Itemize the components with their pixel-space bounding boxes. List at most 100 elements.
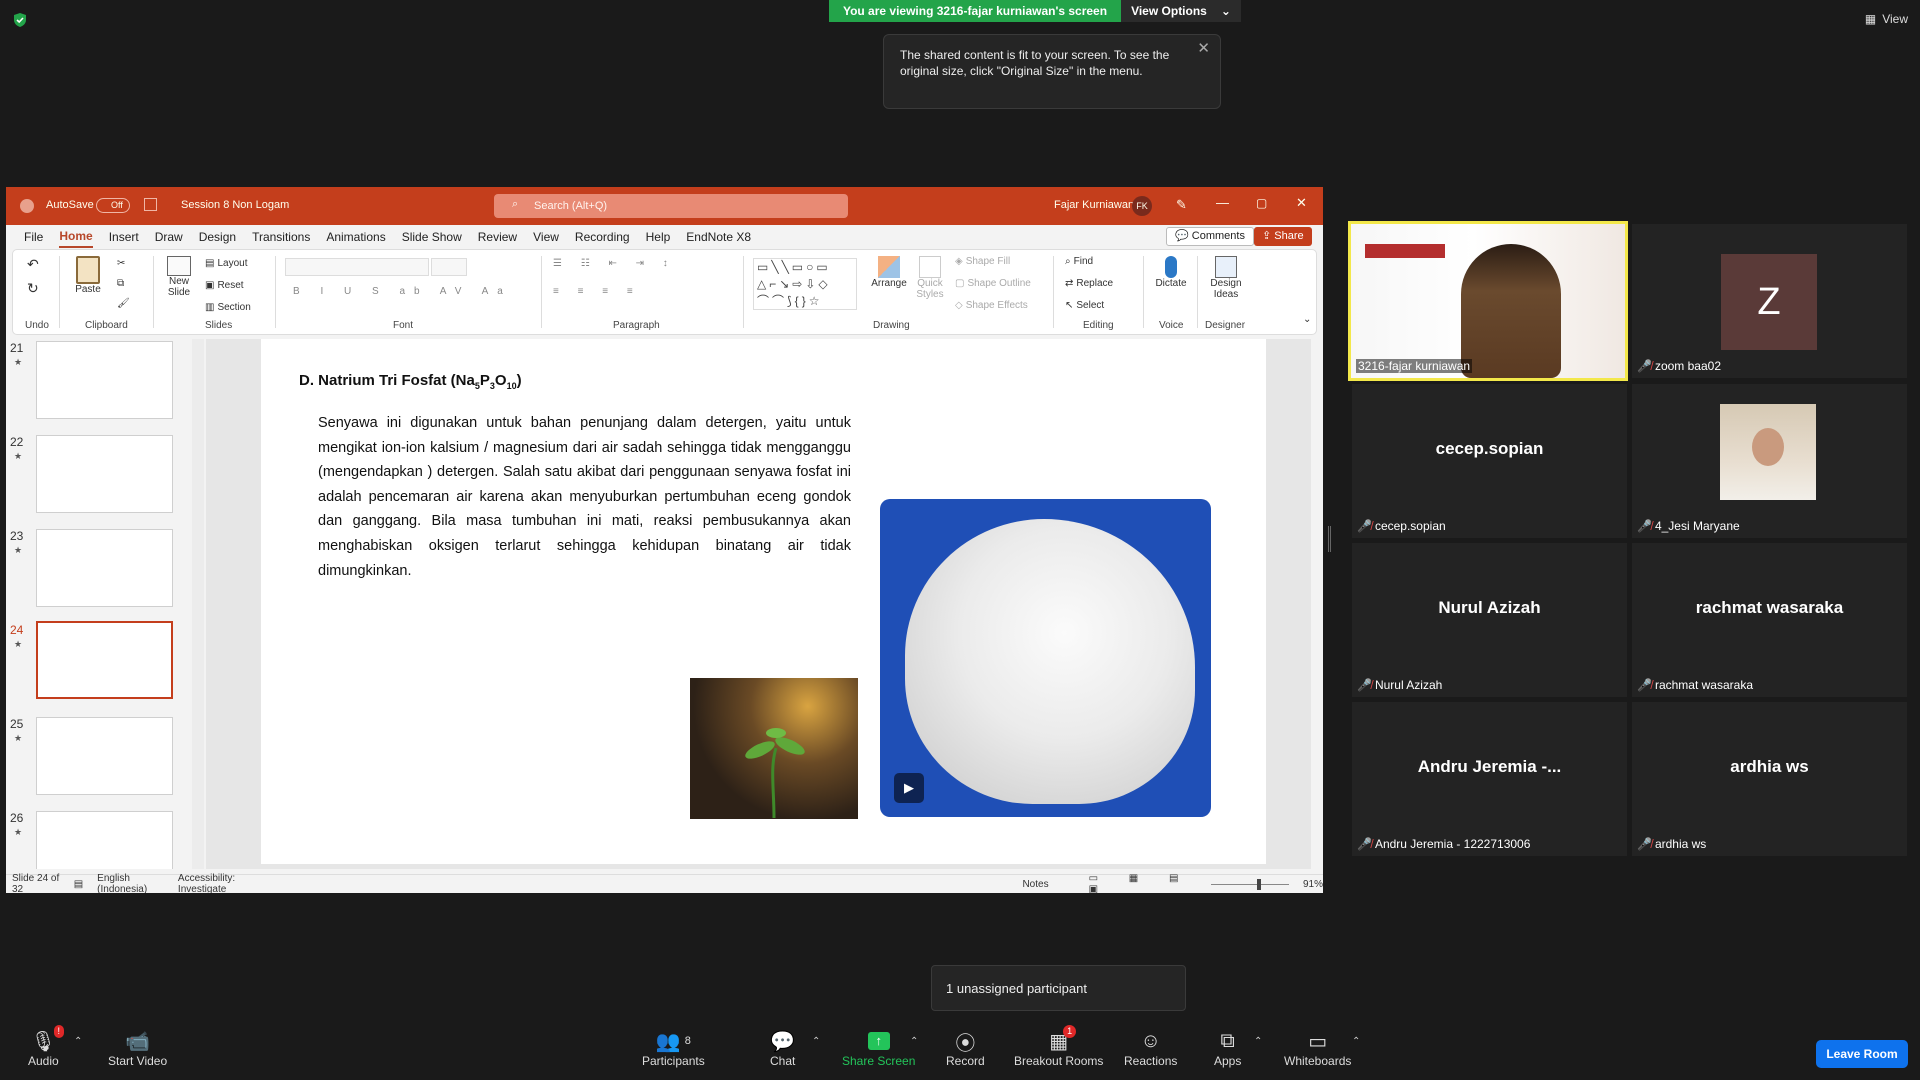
find-button[interactable]: ⌕ Find — [1065, 256, 1093, 267]
redo-icon[interactable]: ↻ — [27, 280, 39, 297]
security-shield-icon[interactable] — [12, 12, 28, 28]
slide-thumbnail-selected[interactable] — [36, 621, 173, 699]
shape-effects-button[interactable]: ◇ Shape Effects — [955, 300, 1028, 311]
save-icon[interactable] — [144, 198, 157, 211]
dictate-button[interactable]: Dictate — [1151, 256, 1191, 289]
video-tile[interactable]: cecep.sopian 🎤̸ cecep.sopian — [1352, 384, 1627, 538]
reset-button[interactable]: ▣ Reset — [205, 280, 244, 291]
slide-thumbnail[interactable] — [36, 341, 173, 419]
apps-options-caret[interactable]: ⌃ — [1254, 1036, 1262, 1047]
minimize-icon[interactable]: — — [1216, 195, 1229, 210]
font-format-icons[interactable]: B I U S ab AV Aa — [293, 286, 512, 297]
tab-review[interactable]: Review — [478, 227, 517, 247]
share-screen-button[interactable]: ↑ Share Screen — [842, 1028, 915, 1068]
whiteboards-button[interactable]: ▭ Whiteboards — [1284, 1028, 1351, 1069]
section-button[interactable]: ▥ Section — [205, 302, 251, 313]
tab-draw[interactable]: Draw — [155, 227, 183, 247]
video-tile[interactable]: Andru Jeremia -... 🎤̸ Andru Jeremia - 122… — [1352, 702, 1627, 856]
audio-button[interactable]: 🎙! Audio — [28, 1025, 65, 1068]
video-tile[interactable]: ardhia ws 🎤̸ ardhia ws — [1632, 702, 1907, 856]
tab-animations[interactable]: Animations — [326, 227, 385, 247]
tab-view[interactable]: View — [533, 227, 559, 247]
font-name-box[interactable] — [285, 258, 429, 276]
tab-transitions[interactable]: Transitions — [252, 227, 310, 247]
tab-file[interactable]: File — [24, 227, 43, 247]
tab-slide-show[interactable]: Slide Show — [402, 227, 462, 247]
slide-thumbnail[interactable] — [36, 529, 173, 607]
thumbnail-scrollbar[interactable] — [192, 339, 204, 869]
video-tile[interactable]: 🎤̸ 4_Jesi Maryane — [1632, 384, 1907, 538]
sodium-phosphate-powder-image[interactable]: ▶ — [880, 499, 1211, 817]
shapes-gallery[interactable]: ▭╲╲▭○▭ △⌐↘⇨⇩◇ ⌒⌒⟆{}☆ — [753, 258, 857, 310]
layout-button[interactable]: ▤ Layout — [205, 258, 247, 269]
view-mode-icons[interactable]: ▭ ▦ ▤ ▣ — [1089, 873, 1201, 893]
slide-thumbnail[interactable] — [36, 717, 173, 795]
audio-options-caret[interactable]: ⌃ — [74, 1036, 82, 1047]
play-icon[interactable]: ▶ — [894, 773, 924, 803]
design-ideas-button[interactable]: Design Ideas — [1203, 256, 1249, 300]
accessibility-label[interactable]: Accessibility: Investigate — [178, 873, 263, 893]
maximize-icon[interactable]: ▢ — [1256, 196, 1267, 210]
plant-seedling-image[interactable] — [690, 678, 858, 819]
tab-help[interactable]: Help — [646, 227, 671, 247]
comments-button[interactable]: 💬 Comments — [1166, 227, 1254, 246]
font-size-box[interactable] — [431, 258, 467, 276]
leave-room-button[interactable]: Leave Room — [1816, 1040, 1908, 1068]
pen-icon[interactable]: ✎ — [1176, 197, 1187, 213]
quick-styles-button[interactable]: Quick Styles — [911, 256, 949, 300]
video-tile[interactable]: rachmat wasaraka 🎤̸ rachmat wasaraka — [1632, 543, 1907, 697]
new-slide-button[interactable]: New Slide — [161, 256, 197, 298]
format-painter-icon[interactable]: 🖌 — [117, 298, 130, 309]
collapse-ribbon-icon[interactable]: ⌄ — [1303, 314, 1311, 325]
video-tile-active-speaker[interactable]: 3216-fajar kurniawan — [1348, 221, 1628, 381]
select-button[interactable]: ↖ Select — [1065, 300, 1104, 311]
zoom-slider-thumb[interactable] — [1256, 878, 1261, 890]
close-window-icon[interactable]: ✕ — [1296, 195, 1307, 211]
paste-button[interactable]: Paste — [71, 256, 105, 295]
slide-thumbnail[interactable] — [36, 811, 173, 869]
tab-endnote[interactable]: EndNote X8 — [686, 227, 751, 247]
language-label[interactable]: English (Indonesia) — [97, 873, 164, 893]
share-button[interactable]: ⇪ Share — [1254, 227, 1312, 246]
apps-button[interactable]: ⧉ Apps — [1214, 1028, 1241, 1069]
tab-insert[interactable]: Insert — [109, 227, 139, 247]
video-tile[interactable]: Z 🎤̸ zoom baa02 — [1632, 224, 1907, 378]
document-title[interactable]: Session 8 Non Logam — [181, 199, 289, 211]
breakout-rooms-button[interactable]: ▦ 1 Breakout Rooms — [1014, 1025, 1103, 1068]
view-options-button[interactable]: View Options ⌄ — [1121, 0, 1241, 22]
tab-recording[interactable]: Recording — [575, 227, 630, 247]
align-icons[interactable]: ≡ ≡ ≡ ≡ — [553, 286, 641, 297]
video-tile[interactable]: Nurul Azizah 🎤̸ Nurul Azizah — [1352, 543, 1627, 697]
record-button[interactable]: ⦿ Record — [946, 1028, 985, 1069]
slide-body-text[interactable]: Senyawa ini digunakan untuk bahan penunj… — [318, 411, 851, 583]
shape-outline-button[interactable]: ▢ Shape Outline — [955, 278, 1031, 289]
arrange-button[interactable]: Arrange — [869, 256, 909, 289]
gallery-splitter[interactable] — [1328, 526, 1331, 552]
current-slide[interactable]: D. Natrium Tri Fosfat (Na5P3O10) Senyawa… — [261, 339, 1266, 864]
start-video-button[interactable]: 📹 Start Video — [108, 1028, 167, 1069]
whiteboards-options-caret[interactable]: ⌃ — [1352, 1036, 1360, 1047]
shape-fill-button[interactable]: ◈ Shape Fill — [955, 256, 1010, 267]
tab-home[interactable]: Home — [59, 226, 93, 248]
chat-button[interactable]: 💬 Chat — [770, 1028, 795, 1069]
user-avatar[interactable]: FK — [1132, 196, 1152, 216]
tab-design[interactable]: Design — [199, 227, 236, 247]
spellcheck-icon[interactable]: ▤ — [74, 879, 83, 890]
share-options-caret[interactable]: ⌃ — [910, 1036, 918, 1047]
autosave-toggle[interactable]: Off — [96, 198, 130, 213]
undo-icon[interactable]: ↶ — [27, 256, 39, 273]
zoom-level[interactable]: 91% — [1303, 879, 1323, 890]
replace-button[interactable]: ⇄ Replace — [1065, 278, 1113, 289]
unassigned-participant-popup[interactable]: 1 unassigned participant — [931, 965, 1186, 1011]
search-box[interactable]: ⌕ Search (Alt+Q) — [494, 194, 848, 218]
zoom-slider[interactable] — [1210, 878, 1289, 890]
close-icon[interactable]: ✕ — [1197, 41, 1210, 57]
slide-thumbnail[interactable] — [36, 435, 173, 513]
bullets-icon[interactable]: ☰ ☷ ⇤ ⇥ ↕ — [553, 258, 676, 269]
chat-options-caret[interactable]: ⌃ — [812, 1036, 820, 1047]
reactions-button[interactable]: ☺ Reactions — [1124, 1028, 1177, 1069]
notes-button[interactable]: Notes — [1022, 879, 1048, 890]
slide-heading[interactable]: D. Natrium Tri Fosfat (Na5P3O10) — [299, 372, 522, 391]
view-button[interactable]: ▦ View — [1865, 12, 1908, 26]
copy-icon[interactable]: ⧉ — [117, 278, 124, 289]
